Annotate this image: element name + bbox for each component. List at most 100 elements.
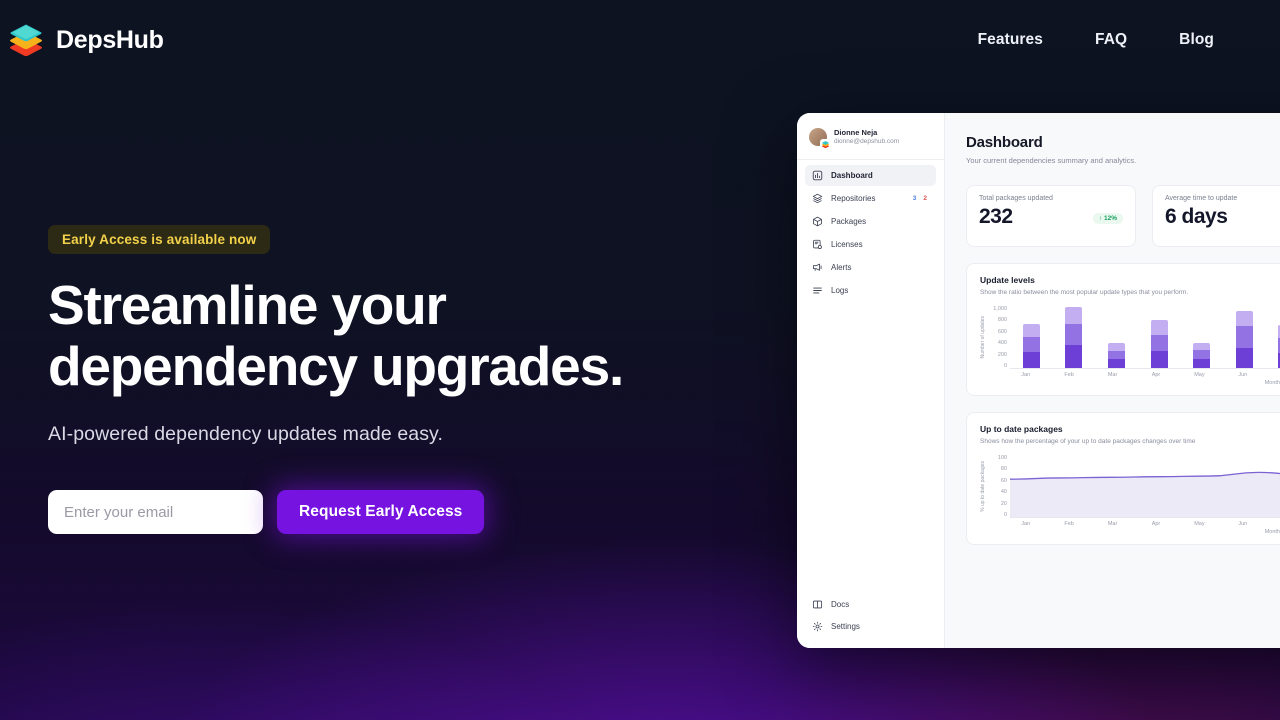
user-name: Dionne Neja [834, 128, 878, 137]
nav-blog[interactable]: Blog [1179, 31, 1214, 49]
sidebar-item-dashboard[interactable]: Dashboard [805, 164, 936, 186]
avatar [809, 128, 830, 150]
xtick: Mar [1107, 372, 1118, 378]
stat-label: Total packages updated [979, 195, 1053, 202]
bar-column [1053, 306, 1096, 368]
sidebar-item-label: Alerts [831, 262, 852, 272]
bar [1065, 306, 1083, 368]
stat-value: 232 [979, 205, 1013, 228]
bar-segment-major [1150, 319, 1168, 336]
book-icon [812, 599, 823, 610]
dashboard-main: Dashboard Your current dependencies summ… [945, 113, 1280, 648]
bar-segment-patch [1022, 351, 1040, 368]
site-header: DepsHub Features FAQ Blog [0, 0, 1280, 80]
badge-updates-available: 3 [912, 194, 917, 202]
sidebar-item-label: Docs [831, 600, 850, 609]
bar-segment-major [1193, 343, 1211, 351]
bar [1193, 343, 1211, 368]
bar-segment-major [1235, 310, 1253, 327]
bar-segment-minor [1193, 350, 1211, 359]
bar-column [1095, 306, 1138, 368]
request-early-access-button[interactable]: Request Early Access [277, 490, 485, 534]
bar [1107, 343, 1125, 368]
ytick: 0 [1003, 362, 1007, 369]
sidebar-item-packages[interactable]: Packages [805, 211, 936, 232]
xtick: Jan [1021, 372, 1031, 378]
user-profile[interactable]: Dionne Neja dionne@depshub.com [797, 125, 944, 159]
ytick: 0 [1003, 511, 1007, 518]
avatar-logo-badge [820, 139, 830, 150]
xtick: Jan [1021, 521, 1031, 527]
sidebar-item-label: Settings [831, 622, 860, 631]
lines-icon [812, 285, 823, 296]
sidebar-item-label: Licenses [831, 239, 863, 249]
stat-value: 6 days [1165, 205, 1228, 228]
area-chart-svg [1010, 471, 1280, 517]
xtick: May [1194, 521, 1205, 527]
sidebar-bottom-group: Docs Settings [797, 593, 944, 638]
bar-segment-patch [1065, 345, 1083, 368]
bar-chart-icon [812, 170, 823, 181]
sidebar-item-label: Packages [831, 216, 867, 226]
xtick: Apr [1151, 372, 1161, 378]
ytick: 100 [997, 455, 1007, 461]
box-icon [812, 216, 823, 227]
bar-chart-ylabel: Number of updates [980, 316, 986, 359]
brand-logo[interactable]: DepsHub [0, 20, 164, 60]
chart-subtitle: Show the ratio between the most popular … [980, 289, 1189, 296]
bar-chart-xlabel: Month [1264, 380, 1280, 386]
bar-column [1223, 306, 1266, 368]
bar-segment-minor [1065, 323, 1083, 346]
stat-label: Average time to update [1165, 195, 1238, 202]
megaphone-icon [812, 262, 823, 273]
ytick: 800 [997, 317, 1007, 324]
bar-segment-major [1065, 306, 1083, 324]
dashboard-title: Dashboard [966, 134, 1043, 151]
layers-icon [812, 193, 823, 204]
early-access-form: Request Early Access [48, 490, 708, 534]
chart-subtitle: Shows how the percentage of your up to d… [980, 438, 1196, 445]
sidebar-item-label: Repositories [831, 193, 876, 203]
ytick: 400 [997, 340, 1007, 347]
bar-segment-patch [1193, 358, 1211, 368]
page-title: Streamline your dependency upgrades. [48, 275, 688, 397]
badge-alerts: 2 [923, 194, 927, 202]
sidebar-item-docs[interactable]: Docs [805, 594, 936, 615]
sidebar-item-repositories[interactable]: Repositories 3 2 [805, 188, 936, 209]
user-meta: Dionne Neja dionne@depshub.com [834, 128, 899, 147]
main-nav: Features FAQ Blog [978, 31, 1248, 49]
dashboard-preview: Dionne Neja dionne@depshub.com Dashboard [797, 113, 1280, 648]
xtick: Jul [1265, 372, 1280, 378]
area-chart-xlabel: Month [1264, 529, 1280, 535]
area-chart-xticks: Jan Feb Mar Apr May Jun Jul [980, 521, 1280, 527]
depshub-layers-logo-icon [8, 20, 44, 60]
nav-features[interactable]: Features [978, 31, 1043, 49]
bar-segment-minor [1235, 326, 1253, 348]
bar-chart: Number of updates 1,000 800 600 400 200 0 Jan… [980, 306, 1280, 386]
hero-subheading: AI-powered dependency updates made easy. [48, 423, 443, 445]
bar-column [1138, 306, 1181, 368]
bar [1150, 319, 1168, 368]
repository-badges: 3 2 [913, 195, 929, 202]
nav-faq[interactable]: FAQ [1095, 31, 1127, 49]
stat-row: 6 days [1165, 206, 1280, 227]
stat-card-total-packages: Total packages updated 232 ↑ 12% [966, 185, 1136, 247]
stat-delta-badge: ↑ 12% [1092, 213, 1123, 224]
bar-chart-bars [1010, 306, 1280, 368]
ytick: 40 [1000, 489, 1007, 496]
sidebar-item-alerts[interactable]: Alerts [805, 257, 936, 278]
email-field[interactable] [48, 490, 263, 534]
chart-card-update-levels: Update levels Show the ratio between the… [966, 263, 1280, 396]
sidebar-item-settings[interactable]: Settings [805, 616, 936, 637]
ytick: 200 [997, 351, 1007, 358]
sidebar-item-label: Dashboard [831, 170, 873, 180]
early-access-badge: Early Access is available now [48, 225, 271, 254]
sidebar-item-licenses[interactable]: Licenses [805, 234, 936, 255]
sidebar-item-logs[interactable]: Logs [805, 280, 936, 301]
bar-column [1180, 306, 1223, 368]
xtick: Mar [1107, 521, 1118, 527]
ytick: 1,000 [993, 306, 1007, 312]
bar-segment-minor [1022, 337, 1040, 352]
xtick: Jun [1238, 372, 1248, 378]
bar-segment-patch [1150, 350, 1168, 368]
